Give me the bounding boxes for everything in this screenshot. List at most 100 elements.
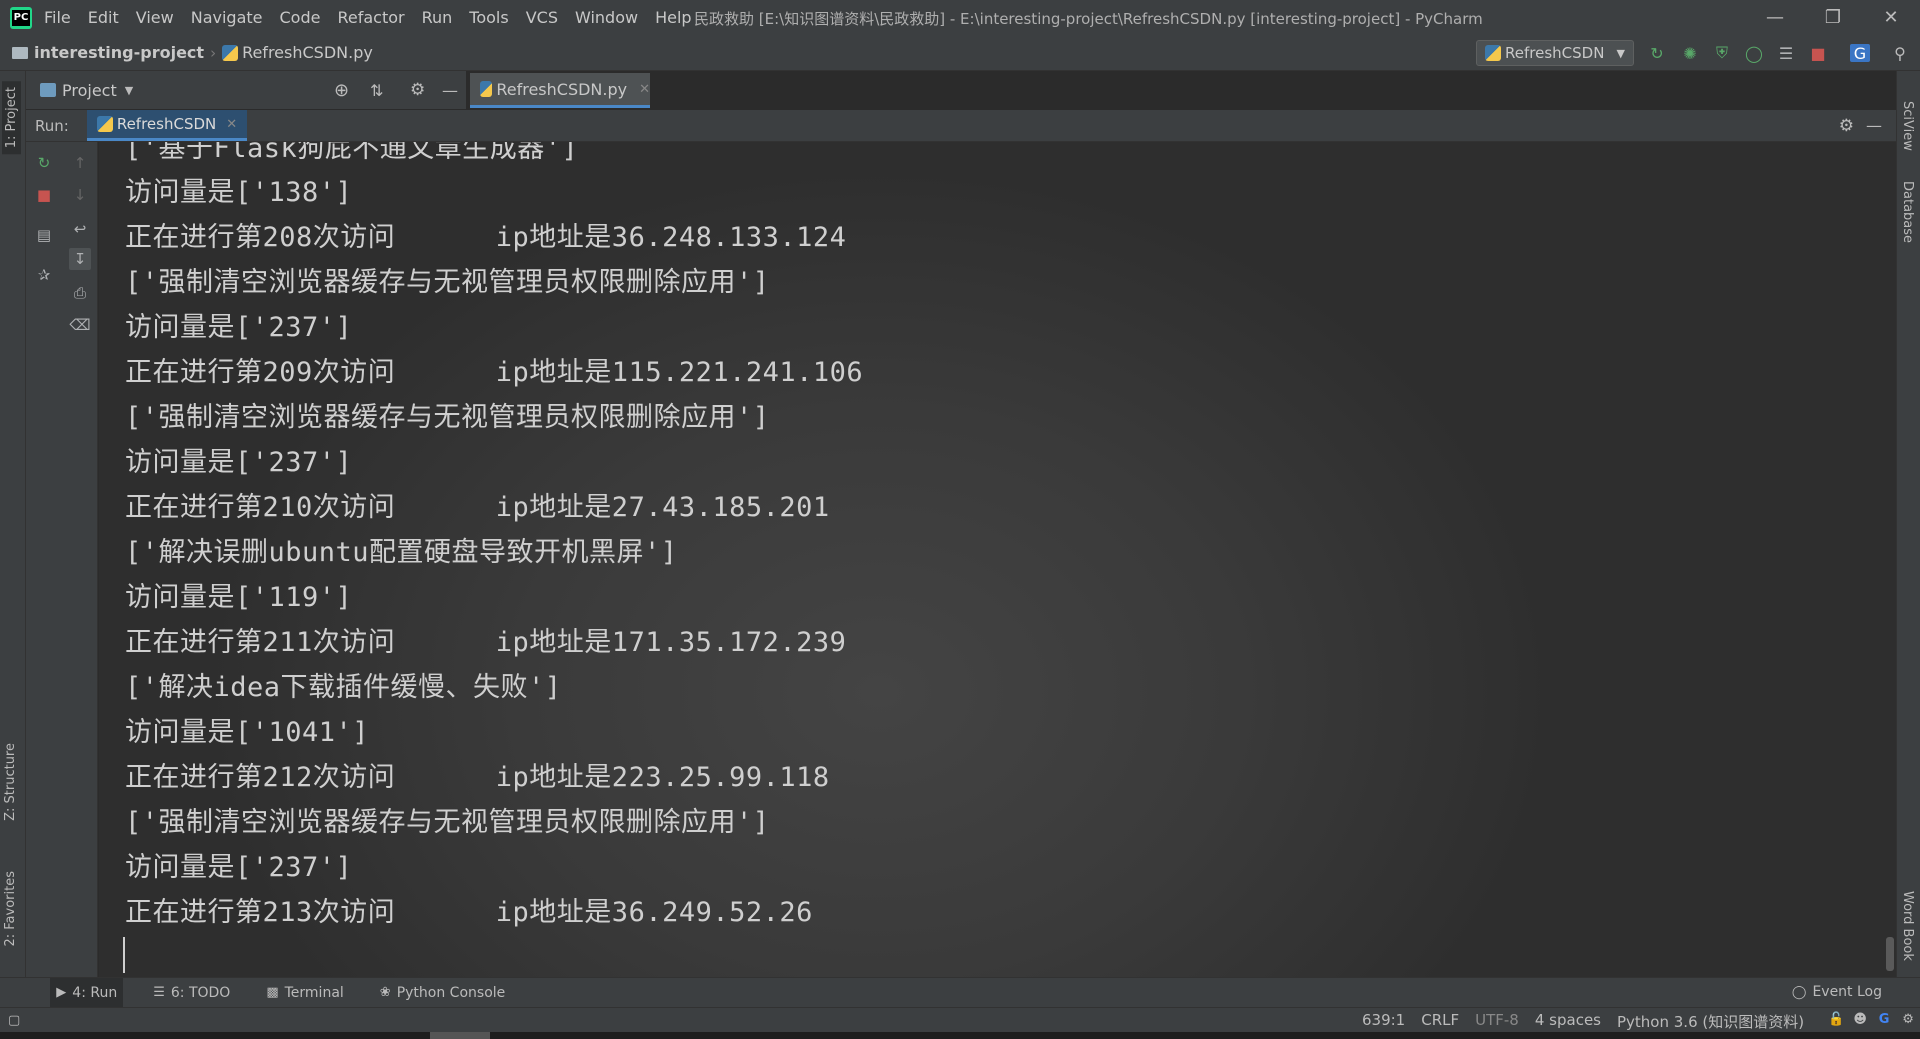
tool-tab-project[interactable]: 1: Project <box>2 81 21 155</box>
tool-tab-sciview[interactable]: SciView <box>1900 101 1915 151</box>
status-right-group: 639:1 CRLF UTF-8 4 spaces Python 3.6 (知识… <box>1362 1011 1916 1032</box>
right-tool-strip: SciView Database Word Book <box>1896 71 1920 977</box>
editor-tab-refreshcsdn[interactable]: RefreshCSDN.py ✕ <box>470 73 650 108</box>
chevron-down-icon[interactable]: ▼ <box>125 84 133 97</box>
console-line: 正在进行第210次访问 ip地址是27.43.185.201 <box>125 492 830 523</box>
translate-icon[interactable]: G <box>1850 44 1870 63</box>
lock-icon[interactable]: 🔓 <box>1828 1011 1844 1027</box>
locate-icon[interactable]: ⊕ <box>334 80 349 101</box>
rerun-icon[interactable]: ↻ <box>1647 44 1667 63</box>
breadcrumb-separator-icon: › <box>210 43 217 62</box>
minimize-icon[interactable]: — <box>1746 0 1804 35</box>
menu-navigate[interactable]: Navigate <box>191 8 263 27</box>
trash-icon[interactable]: ⌫ <box>69 314 91 336</box>
window-controls: — ❐ ✕ <box>1746 0 1920 35</box>
console-line: 正在进行第208次访问 ip地址是36.248.133.124 <box>125 222 847 253</box>
menu-file[interactable]: File <box>44 8 71 27</box>
list-icon: ☰ <box>153 985 165 1000</box>
notifications-icon[interactable]: ⚙ <box>1900 1011 1916 1027</box>
editor-tab-label: RefreshCSDN.py <box>496 79 628 99</box>
close-icon[interactable]: ✕ <box>226 117 237 132</box>
left-tool-strip: 1: Project Z: Structure 2: Favorites <box>0 71 26 977</box>
tool-tab-favorites[interactable]: 2: Favorites <box>3 871 18 947</box>
breadcrumb-file[interactable]: RefreshCSDN.py <box>242 43 373 62</box>
run-toolbar-primary: ↻ ■ ▤ ✰ <box>26 142 62 977</box>
console-line: 访问量是['237'] <box>125 312 353 343</box>
menu-refactor[interactable]: Refactor <box>337 8 404 27</box>
print-icon[interactable]: ⎙ <box>69 282 91 304</box>
menu-view[interactable]: View <box>136 8 174 27</box>
console-line: ['基于Flask狗屁不通文章生成器'] <box>125 142 579 164</box>
run-tab-refreshcsdn[interactable]: RefreshCSDN ✕ <box>86 110 248 141</box>
tool-tab-todo[interactable]: ☰ 6: TODO <box>147 978 236 1008</box>
project-panel-title[interactable]: Project <box>62 81 117 100</box>
tool-tab-structure[interactable]: Z: Structure <box>3 743 18 821</box>
menu-window[interactable]: Window <box>575 8 638 27</box>
stop-icon[interactable]: ■ <box>33 184 55 206</box>
console-line: ['强制清空浏览器缓存与无视管理员权限删除应用'] <box>125 807 770 838</box>
menu-run[interactable]: Run <box>422 8 453 27</box>
project-panel-header: Project ▼ ⊕ ⇅ ⚙ — <box>26 71 466 109</box>
run-configuration-select[interactable]: RefreshCSDN ▼ <box>1476 40 1634 66</box>
soft-wrap-icon[interactable]: ↩ <box>69 218 91 240</box>
taskbar <box>0 1032 1920 1039</box>
search-icon[interactable]: ⚲ <box>1890 44 1910 63</box>
tool-tab-wordbook[interactable]: Word Book <box>1900 891 1915 961</box>
pin-icon[interactable]: ✰ <box>33 264 55 286</box>
bottom-tool-tabs: □ ▶ 4: Run ☰ 6: TODO ▩ Terminal ❀ Python… <box>0 977 1920 1008</box>
indent-setting[interactable]: 4 spaces <box>1535 1011 1601 1032</box>
coverage-icon[interactable]: ⛨ <box>1712 43 1732 62</box>
gear-icon[interactable]: ⚙ <box>410 80 425 100</box>
arrow-up-icon[interactable]: ↑ <box>69 152 91 174</box>
hide-icon[interactable]: — <box>442 81 458 100</box>
console-scrollbar[interactable] <box>1886 937 1894 971</box>
line-separator[interactable]: CRLF <box>1421 1011 1459 1032</box>
console-line: 访问量是['237'] <box>125 852 353 883</box>
rerun-icon[interactable]: ↻ <box>33 152 55 174</box>
menu-vcs[interactable]: VCS <box>526 8 558 27</box>
tool-tab-database[interactable]: Database <box>1900 181 1915 243</box>
console-line: 访问量是['237'] <box>125 447 353 478</box>
status-bar: ▢ 639:1 CRLF UTF-8 4 spaces Python 3.6 (… <box>0 1007 1920 1032</box>
speech-bubble-icon: ◯ <box>1791 984 1807 1000</box>
restore-icon[interactable]: ❐ <box>1804 0 1862 35</box>
google-icon[interactable]: G <box>1876 1011 1892 1027</box>
panel-toggle-icon[interactable]: ▢ <box>8 1013 20 1028</box>
arrow-down-icon[interactable]: ↓ <box>69 184 91 206</box>
close-icon[interactable]: ✕ <box>639 82 650 97</box>
python-interpreter[interactable]: Python 3.6 (知识图谱资料) <box>1617 1011 1804 1032</box>
tool-tab-python-console[interactable]: ❀ Python Console <box>374 978 511 1008</box>
stop-icon[interactable]: ■ <box>1808 44 1828 63</box>
layout-icon[interactable]: ▤ <box>33 224 55 246</box>
run-label: Run: <box>35 116 69 135</box>
taskbar-item[interactable] <box>430 1032 490 1039</box>
console-line: ['强制清空浏览器缓存与无视管理员权限删除应用'] <box>125 267 770 298</box>
file-encoding[interactable]: UTF-8 <box>1475 1011 1519 1032</box>
profile-icon[interactable]: ◯ <box>1744 44 1764 63</box>
gear-icon[interactable]: ⚙ <box>1839 116 1854 136</box>
collapse-icon[interactable]: ⇅ <box>370 81 383 100</box>
event-log-button[interactable]: ◯ Event Log <box>1792 984 1882 1000</box>
hide-icon[interactable]: — <box>1866 116 1882 135</box>
folder-icon <box>12 46 28 59</box>
console-output[interactable]: ['基于Flask狗屁不通文章生成器'] 访问量是['138'] 正在进行第20… <box>99 142 1896 977</box>
console-line: 正在进行第211次访问 ip地址是171.35.172.239 <box>125 627 847 658</box>
scroll-to-end-icon[interactable]: ↧ <box>69 248 91 270</box>
run-list-icon[interactable]: ☰ <box>1776 44 1796 63</box>
tool-tab-run[interactable]: ▶ 4: Run <box>50 977 124 1008</box>
debug-icon[interactable]: ✺ <box>1680 44 1700 63</box>
menu-help[interactable]: Help <box>655 8 691 27</box>
menu-code[interactable]: Code <box>280 8 321 27</box>
caret-position[interactable]: 639:1 <box>1362 1011 1405 1032</box>
window-title: 民政救助 [E:\知识图谱资料\民政救助] - E:\interesting-p… <box>694 10 1483 28</box>
menu-tools[interactable]: Tools <box>469 8 508 27</box>
chevron-down-icon: ▼ <box>1616 46 1625 60</box>
tool-tab-terminal[interactable]: ▩ Terminal <box>260 978 349 1008</box>
run-toolbar-secondary: ↑ ↓ ↩ ↧ ⎙ ⌫ <box>62 142 98 977</box>
menu-edit[interactable]: Edit <box>88 8 119 27</box>
run-panel-header: Run: RefreshCSDN ✕ ⚙ — <box>26 110 1896 142</box>
close-icon[interactable]: ✕ <box>1862 0 1920 35</box>
inspector-icon[interactable]: ☻ <box>1852 1011 1868 1027</box>
breadcrumb-project[interactable]: interesting-project <box>34 43 204 62</box>
run-tab-label: RefreshCSDN <box>116 115 217 133</box>
